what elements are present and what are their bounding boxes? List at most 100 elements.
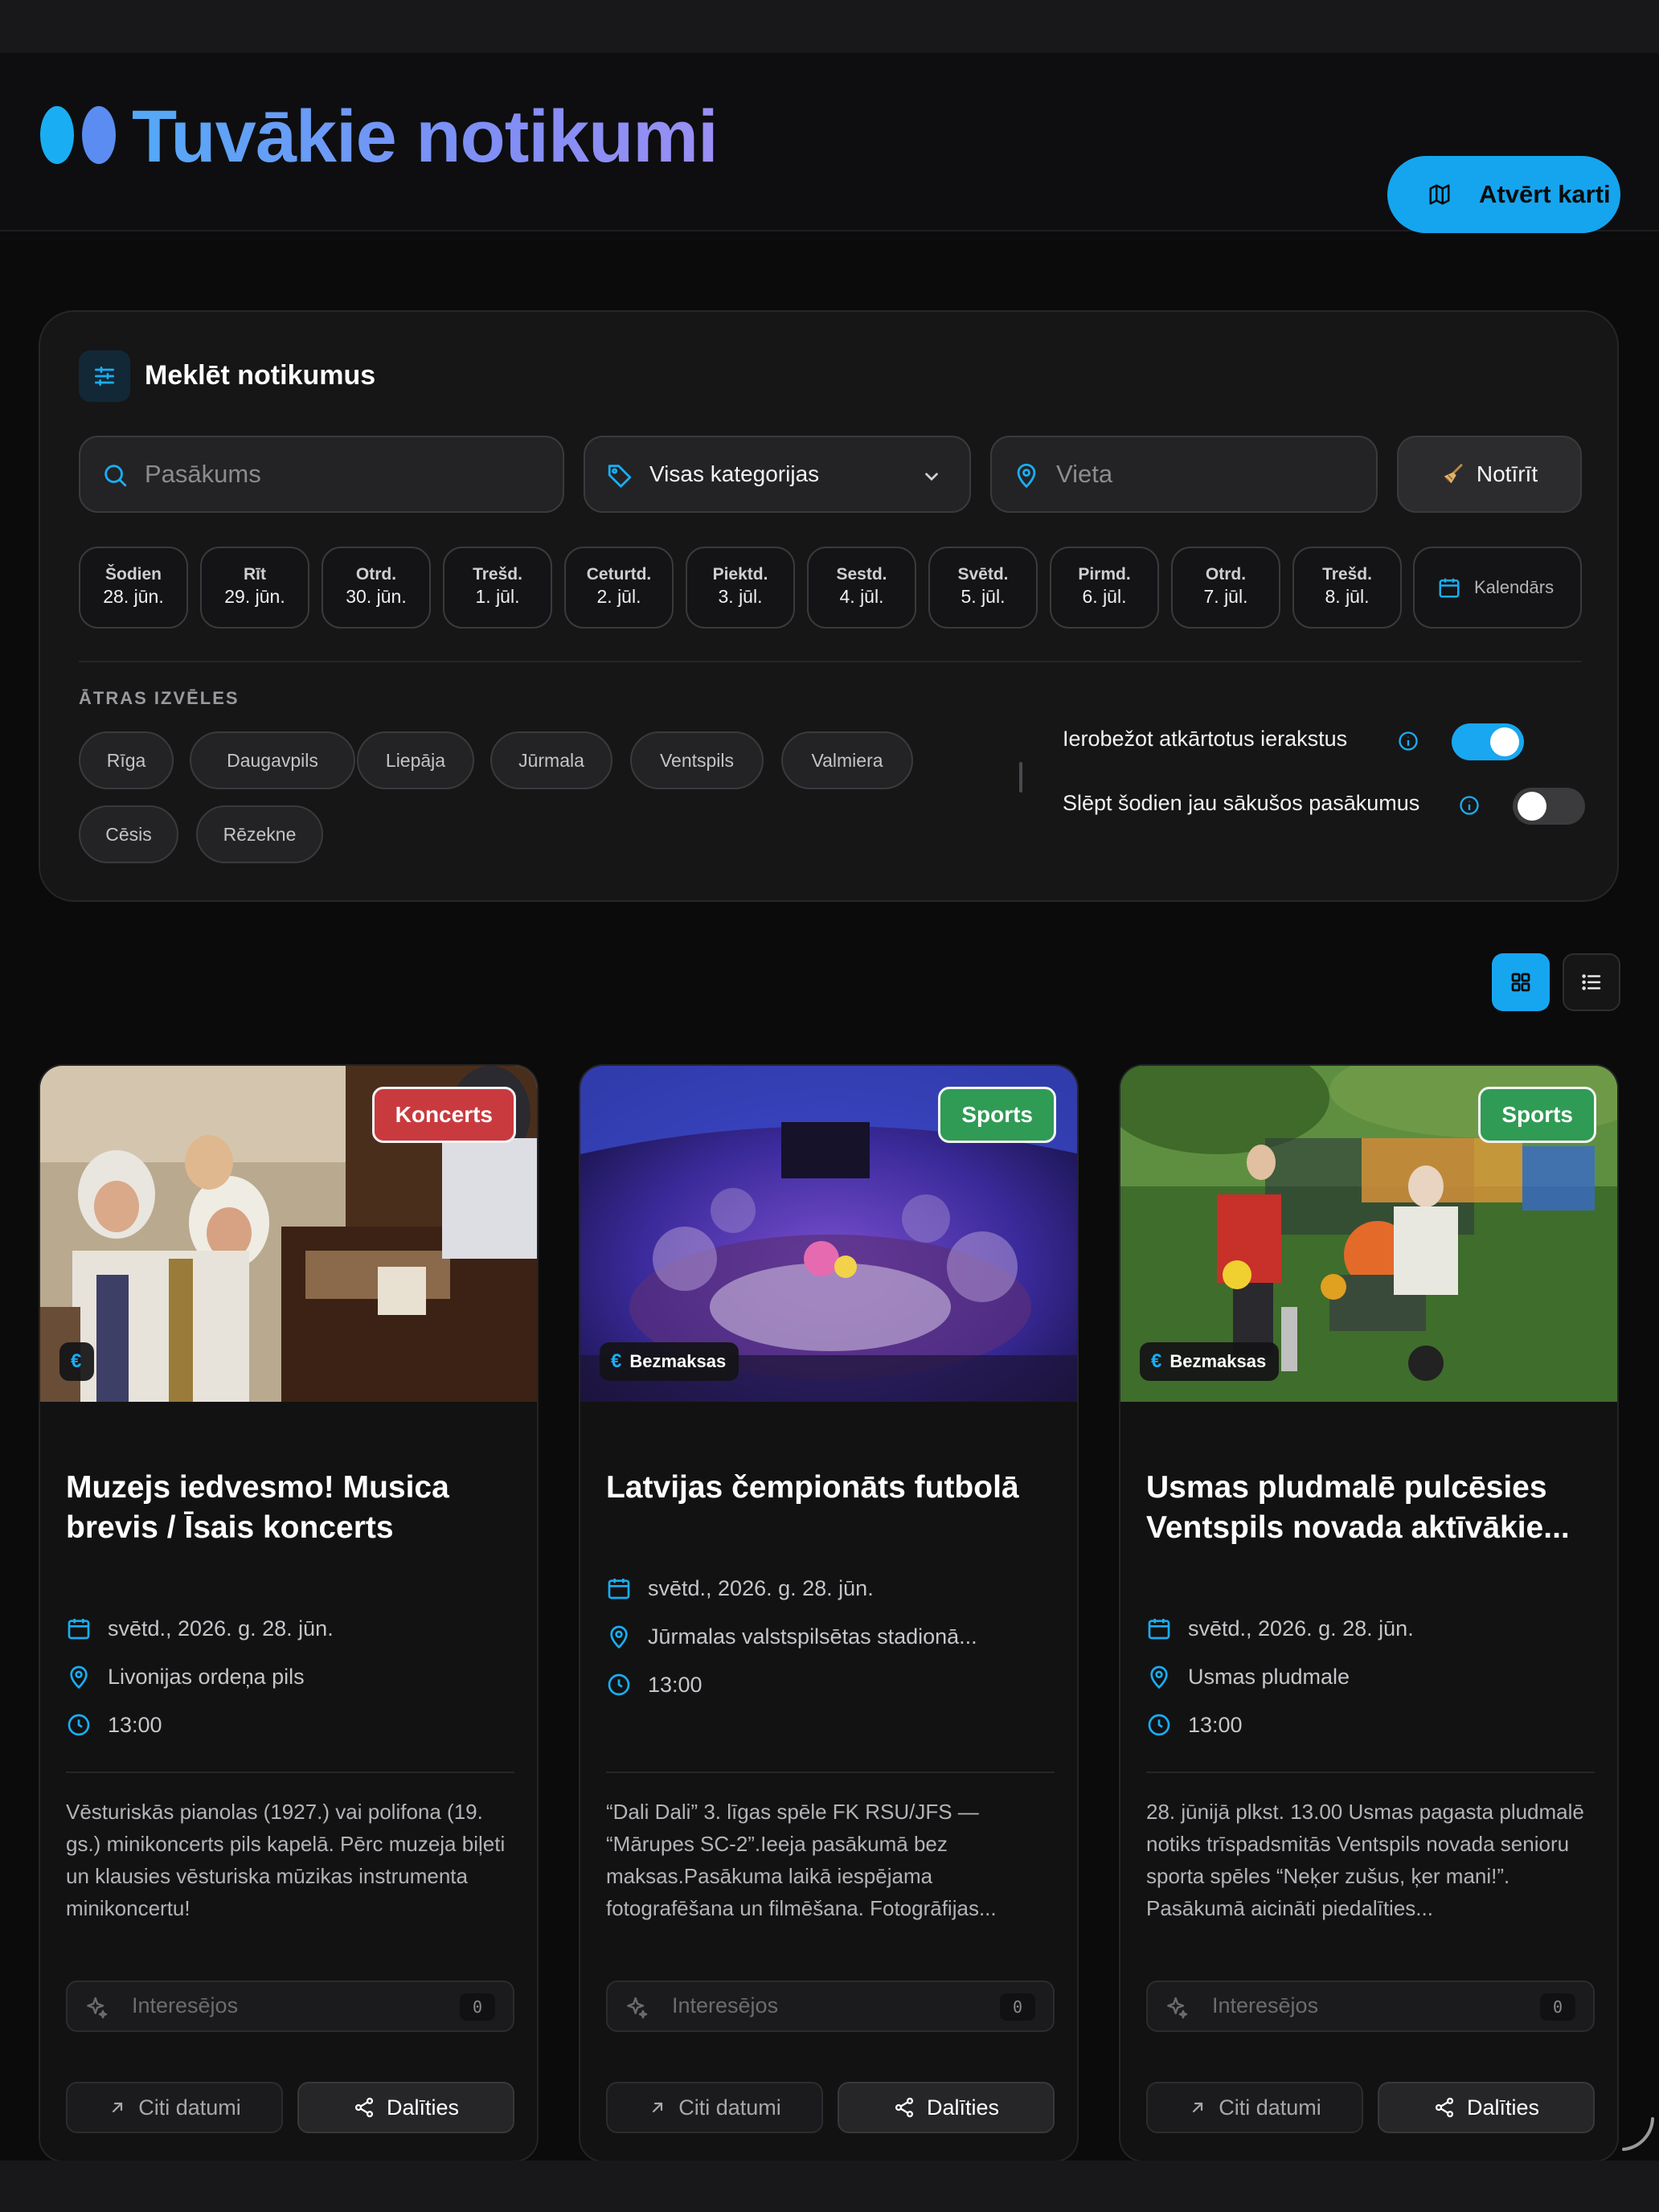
day-chip[interactable]: Svētd. 5. jūl. — [928, 547, 1038, 629]
interest-button[interactable]: Interesējos 0 — [66, 1981, 514, 2032]
event-time: 13:00 — [606, 1672, 703, 1698]
card-divider — [1146, 1772, 1595, 1773]
event-search-input[interactable]: Pasākums — [79, 436, 564, 513]
interest-button[interactable]: Interesējos 0 — [1146, 1981, 1595, 2032]
day-chip[interactable]: Trešd. 1. jūl. — [443, 547, 552, 629]
calendar-icon — [68, 1619, 90, 1640]
share-icon — [354, 2097, 374, 2118]
day-chip-weekday: Otrd. — [355, 565, 397, 584]
day-chip[interactable]: Šodien 28. jūn. — [79, 547, 188, 629]
share-button[interactable]: Dalīties — [1378, 2082, 1595, 2133]
day-chip[interactable]: Rīt 29. jūn. — [200, 547, 309, 629]
day-chip-date: 30. jūn. — [346, 586, 407, 607]
other-dates-label: Citi datumi — [678, 2095, 781, 2120]
other-dates-button[interactable]: Citi datumi — [606, 2082, 823, 2133]
interest-button[interactable]: Interesējos 0 — [606, 1981, 1055, 2032]
event-description: “Dali Dali” 3. līgas spēle FK RSU/JFS — … — [606, 1800, 997, 1920]
day-chip-weekday: Svētd. — [957, 565, 1009, 584]
arrow-up-right-icon — [653, 2102, 663, 2113]
city-chip[interactable]: Daugavpils — [190, 731, 355, 789]
sparkle-icon — [87, 1997, 108, 2019]
euro-icon: € — [611, 1350, 622, 1372]
city-chip[interactable]: Rēzekne — [196, 805, 323, 863]
city-chip[interactable]: Liepāja — [357, 731, 474, 789]
share-button[interactable]: Dalīties — [297, 2082, 514, 2133]
info-icon[interactable] — [1458, 794, 1481, 817]
event-date: svētd., 2026. g. 28. jūn. — [1146, 1616, 1414, 1641]
event-title[interactable]: Usmas pludmalē pulcēsies Ventspils novad… — [1146, 1468, 1596, 1548]
day-chip[interactable]: Ceturtd. 2. jūl. — [564, 547, 674, 629]
arrow-up-right-icon — [1193, 2102, 1203, 2113]
other-dates-button[interactable]: Citi datumi — [66, 2082, 283, 2133]
info-icon[interactable] — [1397, 730, 1419, 752]
city-chip[interactable]: Ventspils — [630, 731, 764, 789]
location-pin-icon — [1150, 1665, 1168, 1690]
event-location: Jūrmalas valstspilsētas stadionā... — [606, 1624, 977, 1649]
open-map-button[interactable]: Atvērt karti — [1387, 156, 1620, 233]
place-input[interactable]: Vieta — [990, 436, 1378, 513]
event-card[interactable]: Sports € Bezmaksas Usmas pludmalē pulcēs… — [1119, 1064, 1619, 2162]
city-chip[interactable]: Rīga — [79, 731, 174, 789]
vertical-separator — [1019, 762, 1022, 793]
city-chip[interactable]: Valmiera — [781, 731, 913, 789]
clear-filters-button[interactable]: Notīrīt — [1397, 436, 1582, 513]
location-pin-icon — [610, 1625, 628, 1649]
interest-count: 0 — [460, 1993, 495, 2021]
grid-view-button[interactable] — [1492, 953, 1550, 1011]
event-date: svētd., 2026. g. 28. jūn. — [66, 1616, 334, 1641]
calendar-button[interactable]: Kalendārs — [1413, 547, 1582, 629]
clear-filters-label: Notīrīt — [1476, 461, 1538, 486]
other-dates-button[interactable]: Citi datumi — [1146, 2082, 1363, 2133]
day-chip[interactable]: Trešd. 8. jūl. — [1292, 547, 1402, 629]
loading-spinner-icon — [1622, 2117, 1654, 2151]
city-chip[interactable]: Cēsis — [79, 805, 178, 863]
share-button[interactable]: Dalīties — [838, 2082, 1055, 2133]
event-card[interactable]: Koncerts € Muzejs iedvesmo! Musica brevi… — [39, 1064, 539, 2162]
event-location-text: Livonijas ordeņa pils — [108, 1664, 305, 1689]
calendar-icon — [1439, 578, 1460, 598]
day-chip-weekday: Otrd. — [1205, 565, 1247, 584]
event-time: 13:00 — [1146, 1712, 1243, 1738]
event-description: Vēsturiskās pianolas (1927.) vai polifon… — [66, 1800, 506, 1920]
day-chip-weekday: Piektd. — [712, 565, 768, 584]
event-card[interactable]: Sports € Bezmaksas Latvijas čempionāts f… — [579, 1064, 1079, 2162]
toggle-limit-duplicates[interactable] — [1452, 723, 1524, 760]
other-dates-label: Citi datumi — [138, 2095, 241, 2120]
price-badge: € Bezmaksas — [600, 1342, 739, 1381]
day-chip-weekday: Sestd. — [836, 565, 887, 584]
event-date: svētd., 2026. g. 28. jūn. — [606, 1575, 874, 1601]
share-icon — [895, 2097, 914, 2118]
event-time: 13:00 — [66, 1712, 162, 1738]
calendar-label: Kalendārs — [1474, 577, 1555, 597]
day-chip[interactable]: Sestd. 4. jūl. — [807, 547, 916, 629]
event-date-text: svētd., 2026. g. 28. jūn. — [648, 1575, 874, 1600]
clock-icon — [1148, 1714, 1170, 1736]
sparkle-icon — [627, 1997, 648, 2019]
day-chip-weekday: Ceturtd. — [586, 565, 652, 584]
price-badge: € — [59, 1342, 95, 1381]
day-chip[interactable]: Pirmd. 6. jūl. — [1050, 547, 1159, 629]
category-select[interactable]: Visas kategorijas — [584, 436, 971, 513]
search-panel-title: Meklēt notikumus — [145, 360, 376, 391]
euro-icon: € — [71, 1350, 82, 1372]
day-chip-date: 4. jūl. — [839, 586, 884, 607]
interest-label: Interesējos — [672, 1993, 779, 2017]
day-chip[interactable]: Otrd. 7. jūl. — [1171, 547, 1280, 629]
clock-icon — [608, 1673, 630, 1696]
category-badge: Koncerts — [371, 1087, 516, 1143]
day-chip[interactable]: Otrd. 30. jūn. — [322, 547, 431, 629]
event-location-text: Usmas pludmale — [1188, 1664, 1350, 1689]
city-chip[interactable]: Jūrmala — [490, 731, 612, 789]
day-chip[interactable]: Piektd. 3. jūl. — [686, 547, 795, 629]
toggle-hide-started[interactable] — [1513, 788, 1585, 825]
event-title[interactable]: Muzejs iedvesmo! Musica brevis / Īsais k… — [66, 1468, 516, 1548]
event-location: Livonijas ordeņa pils — [66, 1664, 305, 1690]
day-chip-weekday: Trešd. — [1322, 565, 1372, 584]
interest-label: Interesējos — [132, 1993, 239, 2017]
day-chip-date: 5. jūl. — [961, 586, 1006, 607]
event-title[interactable]: Latvijas čempionāts futbolā — [606, 1468, 1056, 1508]
toggle-label-limit-duplicates: Ierobežot atkārtotus ierakstus — [1063, 727, 1348, 751]
list-view-button[interactable] — [1563, 953, 1620, 1011]
page-header: Tuvākie notikumi Atvērt karti — [0, 53, 1659, 233]
event-time-text: 13:00 — [648, 1672, 703, 1697]
